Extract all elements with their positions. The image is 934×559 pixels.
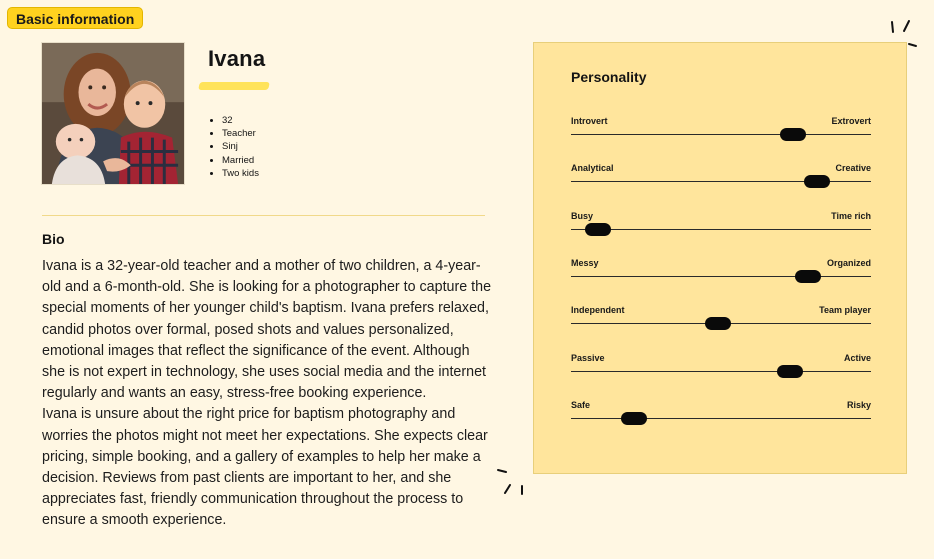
personality-panel: Personality Introvert Extrovert Analytical… <box>533 42 907 474</box>
trait-label-right: Active <box>843 352 871 363</box>
slider-knob <box>780 128 806 141</box>
fact-age: 32 <box>222 114 259 127</box>
trait-slider-messy-organized: Messy Organized <box>571 257 871 283</box>
slider-knob <box>621 411 647 425</box>
personality-heading: Personality <box>571 69 647 85</box>
trait-label-left: Independent <box>571 305 625 316</box>
name-highlight <box>198 82 270 90</box>
trait-label-left: Busy <box>571 210 594 221</box>
trait-label-left: Messy <box>571 257 599 268</box>
bio-paragraph: Ivana is a 32-year-old teacher and a mot… <box>42 258 492 402</box>
fact-location: Sinj <box>222 140 259 153</box>
trait-label-right: Risky <box>846 399 871 410</box>
trait-slider-independent-team-player: Independent Team player <box>571 305 871 331</box>
basic-information-badge: Basic information <box>7 7 144 29</box>
trait-label-right: Time rich <box>831 210 871 221</box>
slider-track <box>571 134 871 135</box>
slider-knob <box>705 317 731 331</box>
persona-photo <box>41 42 185 185</box>
persona-facts-list: 32 Teacher Sinj Married Two kids <box>212 114 259 180</box>
bio-text: Ivana is a 32-year-old teacher and a mot… <box>42 256 492 532</box>
fact-occupation: Teacher <box>222 127 259 140</box>
trait-label-left: Safe <box>571 399 591 410</box>
fact-children: Two kids <box>222 167 259 180</box>
slider-knob <box>804 175 830 189</box>
trait-slider-safe-risky: Safe Risky <box>571 399 871 425</box>
trait-label-right: Creative <box>835 163 871 174</box>
slider-track <box>571 417 871 419</box>
trait-label-left: Passive <box>571 352 605 363</box>
slider-knob <box>795 269 821 283</box>
trait-slider-analytical-creative: Analytical Creative <box>571 163 871 189</box>
section-divider <box>42 215 485 216</box>
persona-name: Ivana <box>208 46 266 71</box>
trait-label-left: Analytical <box>571 163 614 174</box>
sketch-marks-icon <box>891 20 917 47</box>
trait-label-left: Introvert <box>571 116 608 126</box>
slider-knob <box>777 364 803 378</box>
trait-slider-busy-time-rich: Busy Time rich <box>571 210 871 236</box>
bio-paragraph: Ivana is unsure about the right price fo… <box>42 406 488 529</box>
trait-label-right: Team player <box>819 305 871 316</box>
fact-marital-status: Married <box>222 154 259 167</box>
slider-track <box>571 275 871 277</box>
slider-track <box>571 228 871 230</box>
slider-knob <box>585 222 611 236</box>
sketch-marks-icon <box>497 469 523 495</box>
trait-slider-passive-active: Passive Active <box>571 352 871 378</box>
trait-label-right: Organized <box>826 257 871 268</box>
slider-track <box>571 370 871 372</box>
trait-slider-introvert-extrovert: Introvert Extrovert <box>571 116 871 141</box>
trait-label-right: Extrovert <box>831 116 871 126</box>
bio-heading: Bio <box>42 231 65 247</box>
